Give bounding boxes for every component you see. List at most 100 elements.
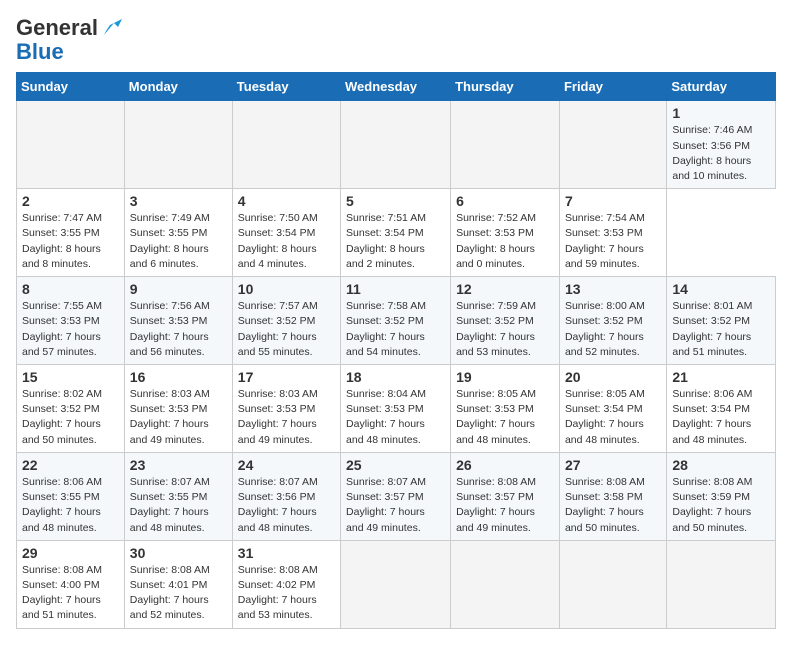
- calendar-day-cell: 19 Sunrise: 8:05 AMSunset: 3:53 PMDayligh…: [451, 365, 560, 453]
- day-number: 15: [22, 369, 119, 385]
- day-number: 8: [22, 281, 119, 297]
- day-number: 17: [238, 369, 335, 385]
- day-info: Sunrise: 8:08 AMSunset: 4:02 PMDaylight:…: [238, 563, 335, 624]
- calendar-week-row: 15 Sunrise: 8:02 AMSunset: 3:52 PMDayligh…: [17, 365, 776, 453]
- calendar-day-cell: 7 Sunrise: 7:54 AMSunset: 3:53 PMDaylight…: [559, 189, 666, 277]
- day-number: 28: [672, 457, 770, 473]
- calendar-day-cell: 30Sunrise: 8:08 AMSunset: 4:01 PMDayligh…: [124, 540, 232, 628]
- day-number: 22: [22, 457, 119, 473]
- calendar-week-row: 1Sunrise: 7:46 AMSunset: 3:56 PMDaylight…: [17, 101, 776, 189]
- day-info: Sunrise: 8:05 AMSunset: 3:54 PMDaylight:…: [565, 387, 661, 448]
- calendar-day-cell: 9 Sunrise: 7:56 AMSunset: 3:53 PMDaylight…: [124, 277, 232, 365]
- calendar-day-cell: [232, 101, 340, 189]
- calendar-day-cell: 25 Sunrise: 8:07 AMSunset: 3:57 PMDayligh…: [341, 452, 451, 540]
- day-info: Sunrise: 8:03 AMSunset: 3:53 PMDaylight:…: [130, 387, 227, 448]
- calendar-week-row: 29 Sunrise: 8:08 AMSunset: 4:00 PMDayligh…: [17, 540, 776, 628]
- day-number: 9: [130, 281, 227, 297]
- day-info: Sunrise: 7:56 AMSunset: 3:53 PMDaylight:…: [130, 299, 227, 360]
- day-info: Sunrise: 7:57 AMSunset: 3:52 PMDaylight:…: [238, 299, 335, 360]
- day-number: 4: [238, 193, 335, 209]
- page-header: General Blue: [16, 16, 776, 64]
- calendar-day-cell: 11Sunrise: 7:58 AMSunset: 3:52 PMDayligh…: [341, 277, 451, 365]
- calendar-day-cell: 22 Sunrise: 8:06 AMSunset: 3:55 PMDayligh…: [17, 452, 125, 540]
- day-info: Sunrise: 8:00 AMSunset: 3:52 PMDaylight:…: [565, 299, 661, 360]
- day-number: 19: [456, 369, 554, 385]
- calendar-day-cell: 4 Sunrise: 7:50 AMSunset: 3:54 PMDaylight…: [232, 189, 340, 277]
- calendar-day-cell: 13 Sunrise: 8:00 AMSunset: 3:52 PMDayligh…: [559, 277, 666, 365]
- logo-text-blue: Blue: [16, 40, 64, 64]
- day-number: 6: [456, 193, 554, 209]
- day-info: Sunrise: 7:47 AMSunset: 3:55 PMDaylight:…: [22, 211, 119, 272]
- calendar-header-monday: Monday: [124, 73, 232, 101]
- calendar-day-cell: 21Sunrise: 8:06 AMSunset: 3:54 PMDayligh…: [667, 365, 776, 453]
- calendar-day-cell: 16 Sunrise: 8:03 AMSunset: 3:53 PMDayligh…: [124, 365, 232, 453]
- calendar-day-cell: 18 Sunrise: 8:04 AMSunset: 3:53 PMDayligh…: [341, 365, 451, 453]
- day-info: Sunrise: 8:08 AMSunset: 3:59 PMDaylight:…: [672, 475, 770, 536]
- day-info: Sunrise: 7:55 AMSunset: 3:53 PMDaylight:…: [22, 299, 119, 360]
- day-number: 27: [565, 457, 661, 473]
- day-number: 13: [565, 281, 661, 297]
- day-info: Sunrise: 8:07 AMSunset: 3:57 PMDaylight:…: [346, 475, 445, 536]
- logo-bird-icon: [100, 17, 122, 39]
- day-number: 31: [238, 545, 335, 561]
- day-number: 29: [22, 545, 119, 561]
- calendar-day-cell: 8 Sunrise: 7:55 AMSunset: 3:53 PMDaylight…: [17, 277, 125, 365]
- day-info: Sunrise: 8:08 AMSunset: 4:00 PMDaylight:…: [22, 563, 119, 624]
- day-number: 7: [565, 193, 661, 209]
- calendar-day-cell: 24 Sunrise: 8:07 AMSunset: 3:56 PMDayligh…: [232, 452, 340, 540]
- calendar-header-thursday: Thursday: [451, 73, 560, 101]
- calendar-day-cell: [341, 101, 451, 189]
- day-number: 3: [130, 193, 227, 209]
- day-number: 26: [456, 457, 554, 473]
- calendar-day-cell: 27 Sunrise: 8:08 AMSunset: 3:58 PMDayligh…: [559, 452, 666, 540]
- calendar-day-cell: [451, 101, 560, 189]
- day-number: 2: [22, 193, 119, 209]
- calendar-day-cell: 29 Sunrise: 8:08 AMSunset: 4:00 PMDayligh…: [17, 540, 125, 628]
- calendar-header-saturday: Saturday: [667, 73, 776, 101]
- day-info: Sunrise: 8:06 AMSunset: 3:54 PMDaylight:…: [672, 387, 770, 448]
- day-info: Sunrise: 7:52 AMSunset: 3:53 PMDaylight:…: [456, 211, 554, 272]
- day-number: 16: [130, 369, 227, 385]
- logo-text-general: General: [16, 16, 98, 40]
- calendar-day-cell: [559, 101, 666, 189]
- day-info: Sunrise: 8:03 AMSunset: 3:53 PMDaylight:…: [238, 387, 335, 448]
- calendar-week-row: 8 Sunrise: 7:55 AMSunset: 3:53 PMDaylight…: [17, 277, 776, 365]
- day-info: Sunrise: 8:02 AMSunset: 3:52 PMDaylight:…: [22, 387, 119, 448]
- calendar-day-cell: 14Sunrise: 8:01 AMSunset: 3:52 PMDayligh…: [667, 277, 776, 365]
- calendar-day-cell: 26Sunrise: 8:08 AMSunset: 3:57 PMDayligh…: [451, 452, 560, 540]
- day-info: Sunrise: 7:54 AMSunset: 3:53 PMDaylight:…: [565, 211, 661, 272]
- day-info: Sunrise: 8:05 AMSunset: 3:53 PMDaylight:…: [456, 387, 554, 448]
- day-number: 20: [565, 369, 661, 385]
- day-info: Sunrise: 8:07 AMSunset: 3:56 PMDaylight:…: [238, 475, 335, 536]
- day-number: 5: [346, 193, 445, 209]
- day-info: Sunrise: 7:59 AMSunset: 3:52 PMDaylight:…: [456, 299, 554, 360]
- day-info: Sunrise: 8:04 AMSunset: 3:53 PMDaylight:…: [346, 387, 445, 448]
- day-number: 24: [238, 457, 335, 473]
- calendar-day-cell: [17, 101, 125, 189]
- calendar-header-friday: Friday: [559, 73, 666, 101]
- calendar-day-cell: 1Sunrise: 7:46 AMSunset: 3:56 PMDaylight…: [667, 101, 776, 189]
- calendar-day-cell: 2 Sunrise: 7:47 AMSunset: 3:55 PMDaylight…: [17, 189, 125, 277]
- day-number: 18: [346, 369, 445, 385]
- calendar-day-cell: [559, 540, 666, 628]
- day-info: Sunrise: 8:08 AMSunset: 3:58 PMDaylight:…: [565, 475, 661, 536]
- calendar-week-row: 22 Sunrise: 8:06 AMSunset: 3:55 PMDayligh…: [17, 452, 776, 540]
- calendar-day-cell: 5 Sunrise: 7:51 AMSunset: 3:54 PMDaylight…: [341, 189, 451, 277]
- day-info: Sunrise: 8:06 AMSunset: 3:55 PMDaylight:…: [22, 475, 119, 536]
- calendar-day-cell: [341, 540, 451, 628]
- calendar-day-cell: [124, 101, 232, 189]
- calendar-day-cell: 3Sunrise: 7:49 AMSunset: 3:55 PMDaylight…: [124, 189, 232, 277]
- calendar-header-tuesday: Tuesday: [232, 73, 340, 101]
- calendar-day-cell: 12 Sunrise: 7:59 AMSunset: 3:52 PMDayligh…: [451, 277, 560, 365]
- day-info: Sunrise: 8:07 AMSunset: 3:55 PMDaylight:…: [130, 475, 227, 536]
- calendar-header-row: SundayMondayTuesdayWednesdayThursdayFrid…: [17, 73, 776, 101]
- day-info: Sunrise: 7:51 AMSunset: 3:54 PMDaylight:…: [346, 211, 445, 272]
- calendar-week-row: 2 Sunrise: 7:47 AMSunset: 3:55 PMDaylight…: [17, 189, 776, 277]
- day-number: 12: [456, 281, 554, 297]
- calendar-header-wednesday: Wednesday: [341, 73, 451, 101]
- day-number: 1: [672, 105, 770, 121]
- calendar-day-cell: 20 Sunrise: 8:05 AMSunset: 3:54 PMDayligh…: [559, 365, 666, 453]
- day-info: Sunrise: 7:50 AMSunset: 3:54 PMDaylight:…: [238, 211, 335, 272]
- day-number: 25: [346, 457, 445, 473]
- day-number: 10: [238, 281, 335, 297]
